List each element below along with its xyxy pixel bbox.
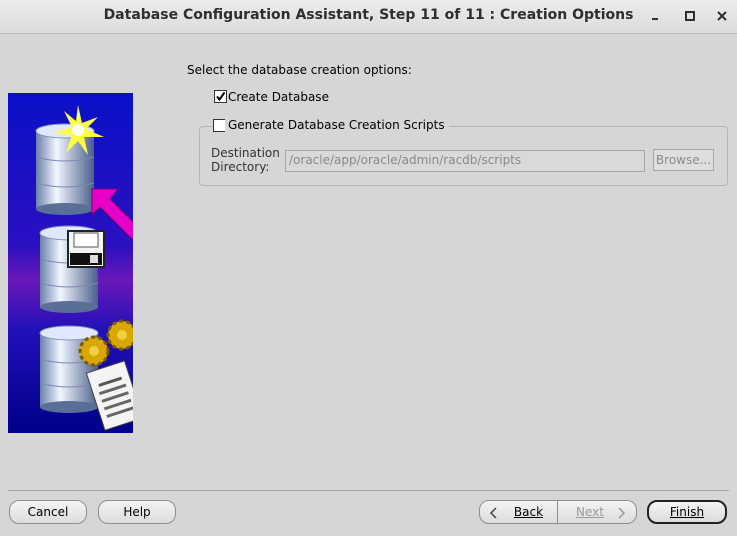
finish-label: Finish: [669, 505, 705, 519]
footer-separator: [8, 490, 729, 491]
finish-button[interactable]: Finish: [647, 500, 727, 524]
chevron-left-icon: [489, 507, 497, 519]
back-button[interactable]: Back: [479, 500, 558, 524]
maximize-icon[interactable]: [681, 7, 699, 25]
destination-label-line1: Destination: [211, 146, 280, 160]
next-button[interactable]: Next: [558, 500, 637, 524]
help-label: Help: [123, 505, 151, 519]
back-label: Back: [513, 505, 544, 519]
floppy-disk-icon: [67, 230, 105, 268]
create-database-checkbox[interactable]: [214, 90, 227, 103]
browse-button[interactable]: Browse...: [653, 149, 714, 171]
cancel-button[interactable]: Cancel: [9, 500, 87, 524]
cancel-label: Cancel: [27, 505, 69, 519]
window-title-bar[interactable]: Database Configuration Assistant, Step 1…: [0, 0, 737, 34]
next-label: Next: [576, 505, 604, 519]
destination-label-line2: Directory:: [211, 160, 270, 174]
window-title: Database Configuration Assistant, Step 1…: [103, 7, 634, 23]
destination-directory-field[interactable]: /oracle/app/oracle/admin/racdb/scripts: [285, 150, 645, 172]
database-banner-illustration: [8, 93, 133, 433]
close-icon[interactable]: [713, 7, 731, 25]
creation-options-prompt: Select the database creation options:: [187, 63, 412, 77]
database-cylinder-icon: [35, 123, 95, 215]
checkmark-icon: [216, 91, 226, 102]
destination-directory-label: Destination Directory:: [211, 146, 280, 174]
chevron-right-icon: [618, 507, 626, 519]
minimize-icon[interactable]: [646, 7, 664, 25]
generate-scripts-label[interactable]: Generate Database Creation Scripts: [225, 118, 449, 132]
help-button[interactable]: Help: [98, 500, 176, 524]
create-database-label[interactable]: Create Database: [228, 90, 329, 104]
